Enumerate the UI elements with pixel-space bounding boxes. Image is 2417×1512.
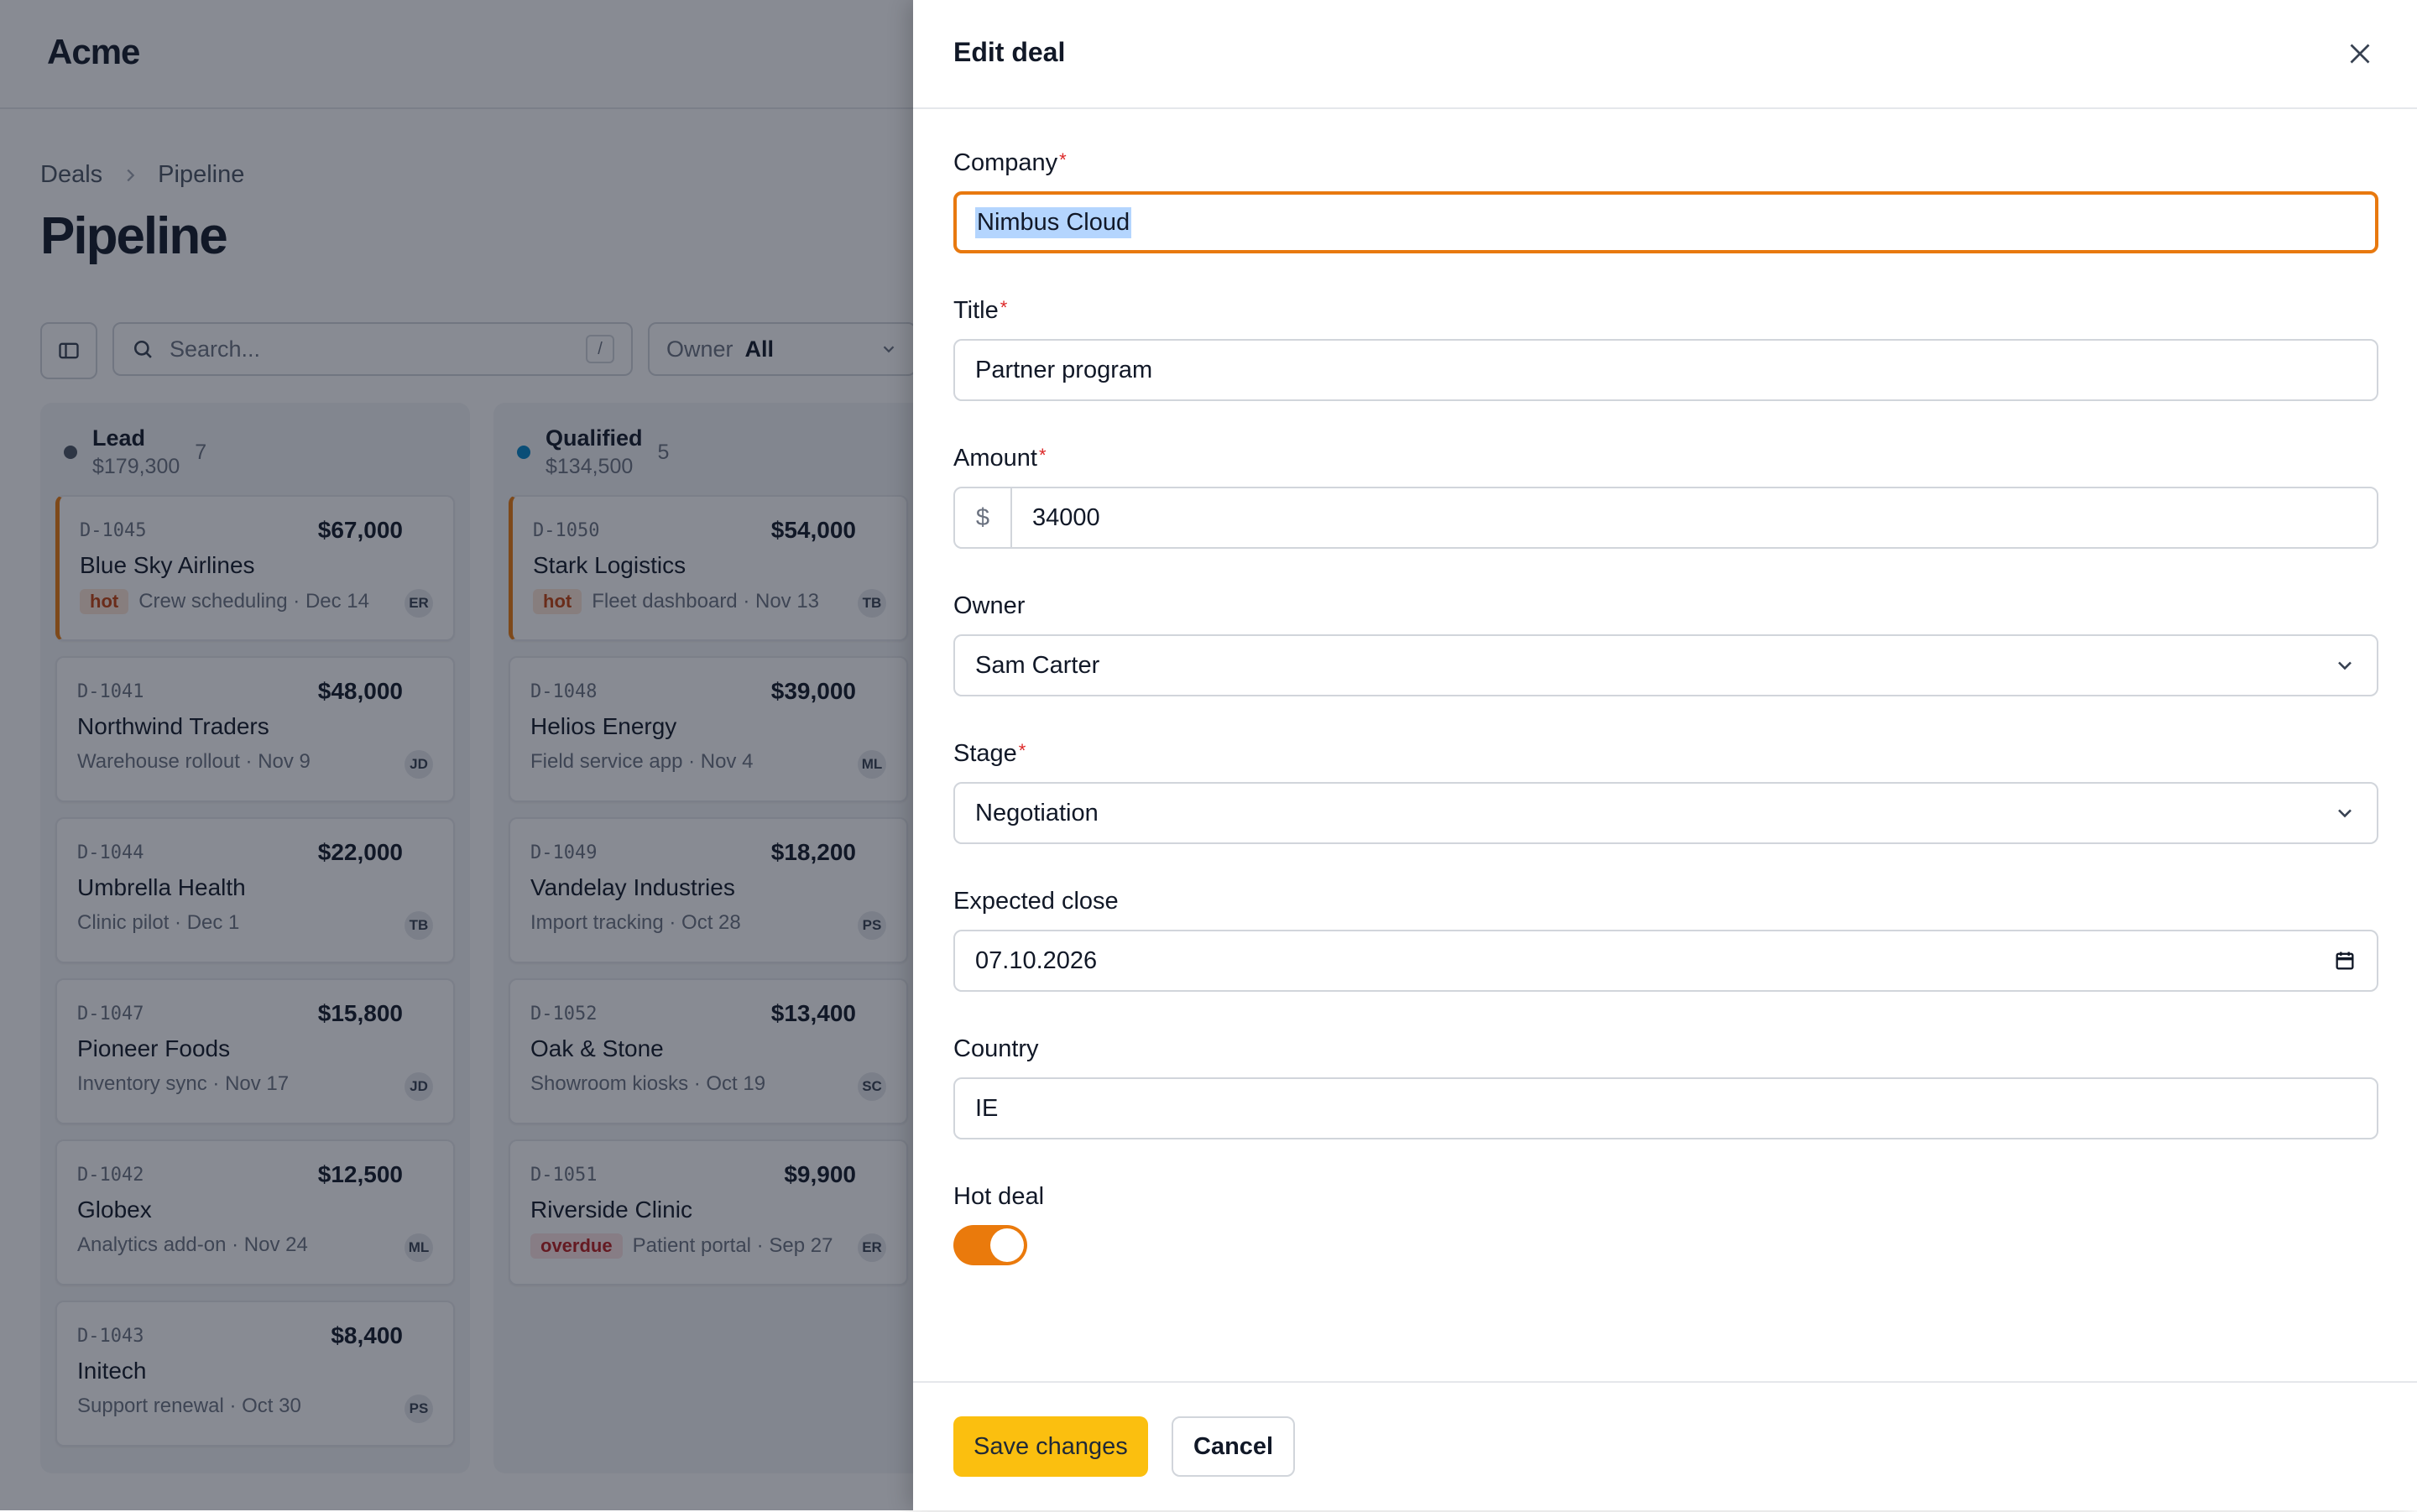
hot-deal-label-row: Hot deal <box>953 1183 2378 1217</box>
close-icon <box>2350 44 2370 64</box>
cancel-button[interactable]: Cancel <box>1172 1416 1296 1477</box>
chevron-down-icon <box>2338 809 2352 818</box>
hot-deal-toggle[interactable] <box>953 1225 1027 1265</box>
amount-label: Amount <box>953 445 1037 472</box>
amount-label-row: Amount * <box>953 445 2378 478</box>
title-label: Title <box>953 297 999 324</box>
company-value: Nimbus Cloud <box>975 206 1132 238</box>
edit-deal-drawer: Edit deal Company * Nimbus Cloud Title * P… <box>913 0 2417 1510</box>
required-marker: * <box>1018 740 1026 761</box>
chevron-down-icon <box>2338 661 2352 670</box>
toggle-knob <box>990 1228 1024 1262</box>
stage-field-group: Stage * Negotiation <box>953 740 2378 844</box>
country-label: Country <box>953 1035 1039 1062</box>
title-value: Partner program <box>975 356 1153 383</box>
drawer-footer: Save changes Cancel <box>913 1381 2417 1512</box>
required-marker: * <box>1059 149 1067 170</box>
expected-close-label-row: Expected close <box>953 888 2378 921</box>
title-input[interactable]: Partner program <box>953 339 2378 401</box>
amount-value: 34000 <box>1032 503 1100 531</box>
amount-input[interactable]: $ 34000 <box>953 487 2378 549</box>
hot-deal-field-group: Hot deal <box>953 1183 2378 1265</box>
close-button[interactable] <box>2343 37 2377 70</box>
currency-prefix: $ <box>955 488 1012 547</box>
stage-label-row: Stage * <box>953 740 2378 774</box>
modal-overlay[interactable] <box>0 0 913 1510</box>
company-input[interactable]: Nimbus Cloud <box>953 191 2378 253</box>
owner-label: Owner <box>953 592 1026 619</box>
stage-value: Negotiation <box>975 799 1099 826</box>
company-label: Company <box>953 149 1058 176</box>
expected-close-date-input[interactable]: 07.10.2026 <box>953 930 2378 992</box>
save-changes-button[interactable]: Save changes <box>953 1416 1148 1477</box>
stage-label: Stage <box>953 740 1017 767</box>
hot-deal-label: Hot deal <box>953 1183 1045 1210</box>
country-label-row: Country <box>953 1035 2378 1069</box>
amount-field-group: Amount * $ 34000 <box>953 445 2378 549</box>
title-field-group: Title * Partner program <box>953 297 2378 401</box>
owner-select[interactable]: Sam Carter <box>953 634 2378 696</box>
required-marker: * <box>1038 445 1047 466</box>
drawer-header: Edit deal <box>913 0 2417 109</box>
drawer-title: Edit deal <box>953 37 1066 67</box>
required-marker: * <box>1000 297 1008 318</box>
stage-select[interactable]: Negotiation <box>953 782 2378 844</box>
expected-close-value: 07.10.2026 <box>975 946 1098 974</box>
country-value: IE <box>975 1094 999 1122</box>
expected-close-field-group: Expected close 07.10.2026 <box>953 888 2378 992</box>
owner-value: Sam Carter <box>975 651 1100 679</box>
title-label-row: Title * <box>953 297 2378 331</box>
calendar-icon[interactable] <box>2333 949 2357 972</box>
owner-field-group: Owner Sam Carter <box>953 592 2378 696</box>
company-label-row: Company * <box>953 149 2378 183</box>
owner-label-row: Owner <box>953 592 2378 626</box>
country-field-group: Country IE <box>953 1035 2378 1139</box>
crm-app: Acme Deals Pipeline Pipeline Search... /… <box>0 0 2417 1510</box>
expected-close-label: Expected close <box>953 888 1119 915</box>
company-field-group: Company * Nimbus Cloud <box>953 149 2378 253</box>
country-input[interactable]: IE <box>953 1077 2378 1139</box>
